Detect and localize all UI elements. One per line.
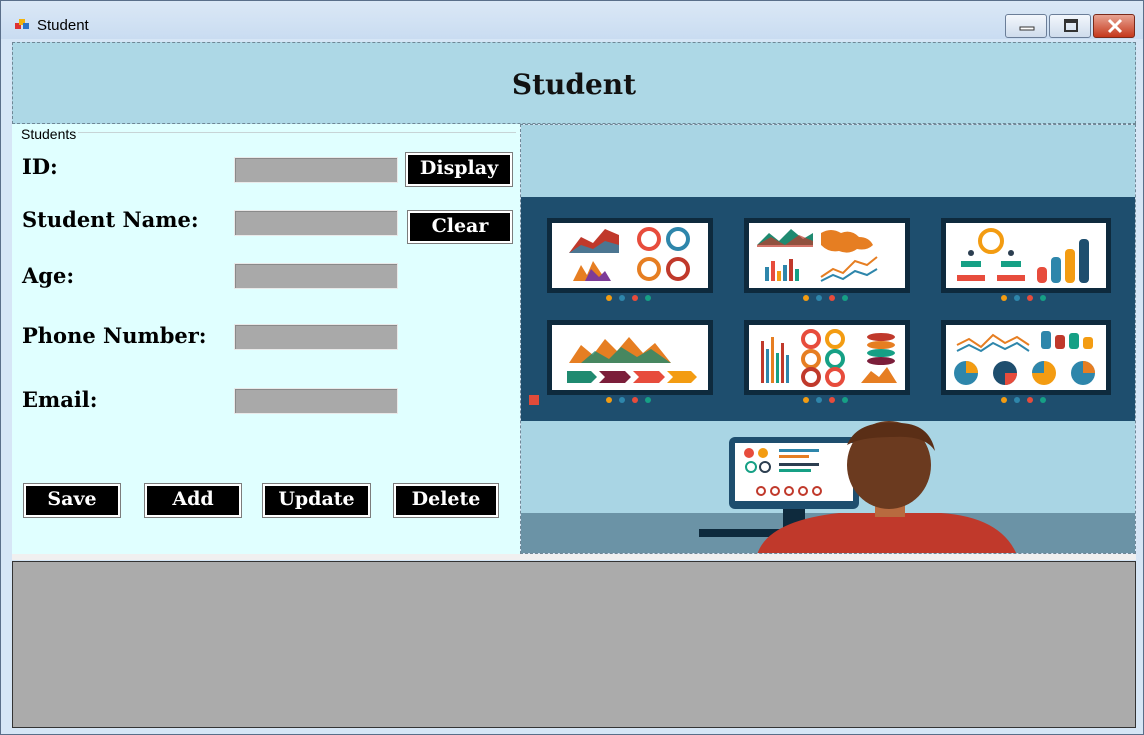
monitor-5 (744, 320, 910, 395)
groupbox-title: Students (19, 126, 79, 142)
save-button[interactable]: Save (23, 483, 121, 518)
monitor-2 (744, 218, 910, 293)
display-button[interactable]: Display (405, 152, 513, 187)
header-panel: Student (12, 42, 1136, 124)
students-data-grid[interactable] (12, 561, 1136, 728)
groupbox-border (20, 132, 516, 133)
monitor-6 (941, 320, 1111, 395)
student-name-field[interactable] (234, 210, 398, 236)
dashboard-illustration-graphic (521, 125, 1135, 553)
id-label: ID: (22, 154, 58, 179)
minimize-icon (1019, 26, 1035, 31)
phone-number-label: Phone Number: (22, 323, 207, 348)
email-field[interactable] (234, 388, 398, 414)
monitor-4 (547, 320, 713, 395)
delete-button[interactable]: Delete (393, 483, 499, 518)
splitter[interactable] (12, 554, 1136, 560)
clear-button[interactable]: Clear (407, 210, 513, 244)
add-button[interactable]: Add (144, 483, 242, 518)
window-title: Student (37, 17, 89, 34)
monitor-1 (547, 218, 713, 293)
minimize-button[interactable] (1005, 14, 1047, 38)
app-icon (15, 19, 29, 29)
page-title: Student (511, 68, 637, 101)
age-label: Age: (22, 263, 75, 288)
app-window: Student Student Students ID: Student Nam… (0, 0, 1144, 735)
age-field[interactable] (234, 263, 398, 289)
close-button[interactable] (1093, 14, 1135, 38)
student-name-label: Student Name: (22, 207, 199, 232)
maximize-icon (1064, 19, 1078, 32)
title-bar[interactable]: Student (1, 1, 1143, 39)
students-groupbox: Students ID: Student Name: Age: Phone Nu… (12, 124, 520, 554)
maximize-button[interactable] (1049, 14, 1091, 38)
phone-number-field[interactable] (234, 324, 398, 350)
id-field[interactable] (234, 157, 398, 183)
close-icon (1107, 18, 1123, 34)
dashboard-illustration (520, 124, 1136, 554)
update-button[interactable]: Update (262, 483, 371, 518)
monitor-3 (941, 218, 1111, 293)
email-label: Email: (22, 387, 98, 412)
